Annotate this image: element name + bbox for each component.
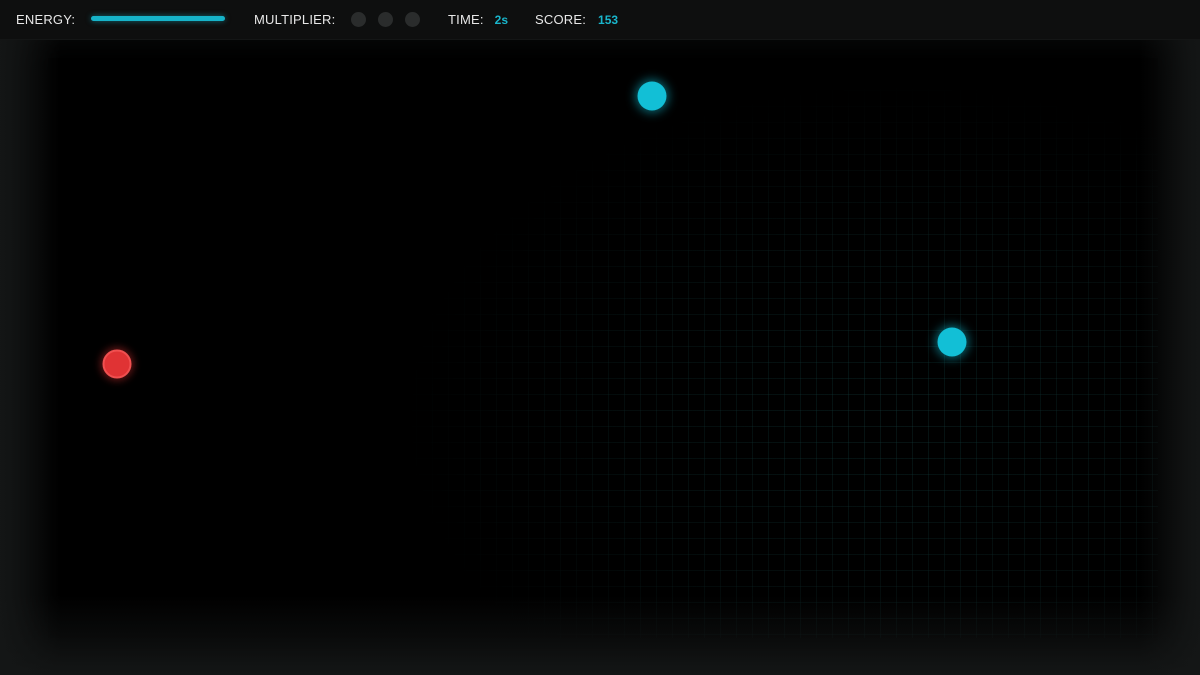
time-label: TIME:	[448, 12, 484, 27]
multiplier-dots	[351, 12, 432, 27]
multiplier-meter: MULTIPLIER:	[254, 12, 448, 27]
hud-bar: ENERGY: MULTIPLIER: TIME: 2s SCORE: 153	[0, 0, 1200, 40]
multiplier-label: MULTIPLIER:	[254, 12, 336, 27]
energy-bar-track	[91, 16, 226, 21]
play-arena[interactable]	[0, 40, 1200, 675]
energy-label: ENERGY:	[16, 12, 76, 27]
score-label: SCORE:	[535, 12, 587, 27]
energy-orb	[637, 81, 667, 111]
energy-orb	[937, 327, 967, 357]
score-display: SCORE: 153	[535, 12, 618, 27]
multiplier-dot	[351, 12, 367, 27]
energy-bar-fill	[91, 16, 226, 21]
multiplier-dot	[378, 12, 394, 27]
game-screen[interactable]: ENERGY: MULTIPLIER: TIME: 2s SCORE: 153	[0, 0, 1200, 675]
time-display: TIME: 2s	[448, 12, 535, 27]
arena-floor	[48, 58, 1158, 638]
score-value: 153	[598, 12, 619, 27]
energy-meter: ENERGY:	[16, 12, 254, 27]
multiplier-dot	[405, 12, 421, 27]
arena-grid	[48, 58, 1158, 638]
time-value: 2s	[494, 12, 509, 27]
player-orb[interactable]	[102, 349, 132, 379]
